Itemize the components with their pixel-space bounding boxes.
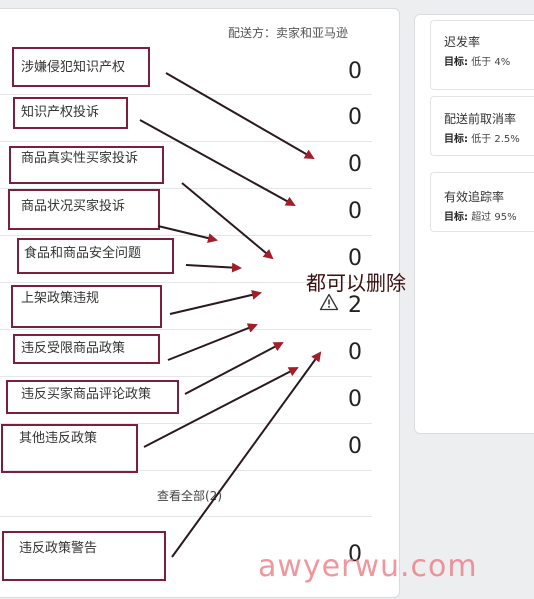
row-divider	[0, 94, 372, 95]
row-value-listing-policy[interactable]: 2	[340, 293, 370, 319]
row-label-food-safety[interactable]: 食品和商品安全问题	[24, 246, 141, 262]
row-divider	[0, 376, 372, 377]
row-value-review-policy: 0	[348, 387, 362, 412]
row-label-policy-warnings[interactable]: 违反政策警告	[19, 541, 97, 557]
row-divider	[0, 329, 372, 330]
row-label-ip-infringement[interactable]: 涉嫌侵犯知识产权	[21, 60, 125, 76]
shipping-label: 配送方：卖家和亚马逊	[228, 26, 349, 40]
metric-title-valid-tracking: 有效追踪率	[444, 190, 505, 204]
row-divider	[0, 516, 372, 517]
row-divider	[0, 235, 372, 236]
row-divider	[0, 141, 372, 142]
row-label-ip-complaints[interactable]: 知识产权投诉	[21, 105, 99, 121]
metric-title-late-shipment: 迟发率	[444, 35, 481, 49]
row-value-ip-complaints: 0	[348, 105, 362, 130]
row-label-other-policy[interactable]: 其他违反政策	[19, 431, 97, 447]
row-label-authenticity-complaints[interactable]: 商品真实性买家投诉	[21, 151, 138, 167]
row-label-restricted-products[interactable]: 违反受限商品政策	[21, 341, 125, 357]
metric-target-valid-tracking: 目标: 超过 95%	[444, 212, 517, 223]
row-value-condition-complaints: 0	[348, 199, 362, 224]
view-all-link[interactable]: 查看全部(2)	[157, 487, 222, 504]
metric-target-late-shipment: 目标: 低于 4%	[444, 57, 511, 68]
row-value-authenticity-complaints: 0	[348, 152, 362, 177]
row-value-restricted-products: 0	[348, 340, 362, 365]
row-label-listing-policy[interactable]: 上架政策违规	[21, 291, 99, 307]
metric-title-cancel-rate: 配送前取消率	[444, 112, 517, 126]
row-value-other-policy: 0	[348, 434, 362, 459]
row-label-review-policy[interactable]: 违反买家商品评论政策	[21, 387, 151, 403]
row-value-ip-infringement: 0	[348, 59, 362, 84]
annotation-note: 都可以删除	[306, 271, 406, 295]
metric-target-cancel-rate: 目标: 低于 2.5%	[444, 134, 520, 145]
watermark: awyerwu.com	[258, 549, 478, 584]
row-label-condition-complaints[interactable]: 商品状况买家投诉	[21, 199, 125, 215]
